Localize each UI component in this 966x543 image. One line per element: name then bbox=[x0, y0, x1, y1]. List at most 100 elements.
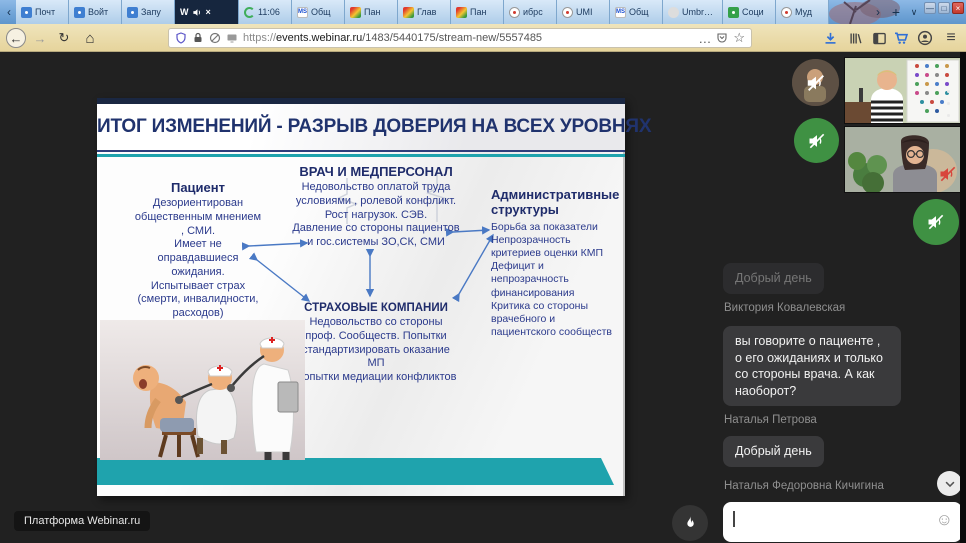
video-frame-speaker bbox=[845, 58, 962, 124]
loading-spinner-icon bbox=[244, 7, 255, 18]
tab-bar: ‹ Почт Войт Запу W × 11:06 MSОбщ Пан Гла… bbox=[0, 0, 966, 24]
mail-icon bbox=[21, 7, 32, 18]
tab-webinar-login[interactable]: Войт bbox=[69, 0, 122, 24]
webinar-page: ИТОГ ИЗМЕНЕНИЙ - РАЗРЫВ ДОВЕРИЯ НА ВСЕХ … bbox=[0, 52, 966, 543]
slide-block-patient: Пациент Дезориентирован общественным мне… bbox=[133, 180, 263, 321]
chat-author: Наталья Петрова bbox=[724, 414, 817, 426]
slide-teal-ribbon bbox=[97, 458, 614, 485]
tab-audio-icon[interactable] bbox=[192, 7, 203, 18]
participant-avatar[interactable] bbox=[792, 59, 839, 106]
right-edge-strip bbox=[960, 52, 966, 543]
muted-speaker-icon bbox=[807, 131, 827, 151]
autoplay-blocked-icon[interactable] bbox=[209, 32, 221, 44]
tab-umi[interactable]: UMI bbox=[557, 0, 610, 24]
moodle-icon bbox=[781, 7, 792, 18]
tab-webinar-start[interactable]: Запу bbox=[122, 0, 175, 24]
tab-ibrs[interactable]: ибрс bbox=[504, 0, 557, 24]
video-menu-dots-icon[interactable] bbox=[947, 90, 950, 126]
tab-list-dropdown-button[interactable]: ∨ bbox=[906, 4, 922, 20]
tab-panel-2[interactable]: Пан bbox=[451, 0, 504, 24]
tab-ms-doc-2[interactable]: MSОбщ bbox=[610, 0, 663, 24]
screenshare-permission-icon[interactable] bbox=[226, 32, 238, 44]
muted-speaker-icon-red bbox=[938, 164, 958, 184]
chat-input[interactable]: ☺ bbox=[723, 502, 962, 542]
colorful-site-icon bbox=[403, 7, 414, 18]
tab-mail[interactable]: Почт bbox=[16, 0, 69, 24]
chat-author: Виктория Ковалевская bbox=[724, 302, 845, 314]
clock-icon bbox=[509, 7, 520, 18]
home-button[interactable]: ⌂ bbox=[80, 28, 100, 48]
tab-social[interactable]: Соци bbox=[723, 0, 776, 24]
back-button[interactable]: ← bbox=[6, 28, 26, 48]
scroll-to-bottom-button[interactable] bbox=[937, 471, 962, 496]
chat-current-user-name: Наталья Федоровна Кичигина bbox=[724, 480, 884, 492]
slide-block-doctor: ВРАЧ И МЕДПЕРСОНАЛ Недовольство оплатой … bbox=[290, 164, 462, 250]
tab-timer[interactable]: 11:06 bbox=[239, 0, 292, 24]
colorful-site-icon bbox=[350, 7, 361, 18]
emoji-picker-icon[interactable]: ☺ bbox=[936, 511, 953, 528]
ms-office-icon: MS bbox=[615, 7, 626, 18]
tab-ms-doc-1[interactable]: MSОбщ bbox=[292, 0, 345, 24]
window-maximize-button[interactable]: □ bbox=[938, 2, 950, 14]
doctors-cartoon-image bbox=[100, 320, 305, 460]
address-bar[interactable]: https://events.webinar.ru/1483/5440175/s… bbox=[168, 28, 752, 48]
tab-close-icon[interactable]: × bbox=[206, 7, 211, 17]
unmute-button-2[interactable] bbox=[913, 199, 959, 245]
admin-heading: Административные структуры bbox=[491, 188, 619, 218]
window-minimize-button[interactable]: — bbox=[924, 2, 936, 14]
tab-panel-1[interactable]: Пан bbox=[345, 0, 398, 24]
sidebar-toggle-icon[interactable] bbox=[869, 28, 889, 48]
chat-message-bubble: Добрый день bbox=[723, 263, 824, 294]
chat-message-bubble: Добрый день bbox=[723, 436, 824, 467]
account-icon[interactable] bbox=[915, 28, 935, 48]
slide-title: ИТОГ ИЗМЕНЕНИЙ - РАЗРЫВ ДОВЕРИЯ НА ВСЕХ … bbox=[97, 116, 625, 138]
tab-scroll-left-button[interactable]: ‹ bbox=[1, 4, 17, 20]
reload-button[interactable]: ↻ bbox=[54, 28, 74, 48]
doctor-heading: ВРАЧ И МЕДПЕРСОНАЛ bbox=[290, 164, 462, 179]
clock-icon bbox=[562, 7, 573, 18]
unmute-button-1[interactable] bbox=[794, 118, 839, 163]
generic-site-icon bbox=[668, 7, 679, 18]
tab-moodle[interactable]: Муд bbox=[776, 0, 829, 24]
platform-badge: Платформа Webinar.ru bbox=[14, 511, 150, 531]
presentation-slide[interactable]: ИТОГ ИЗМЕНЕНИЙ - РАЗРЫВ ДОВЕРИЯ НА ВСЕХ … bbox=[97, 98, 625, 496]
bookmark-star-icon[interactable]: ☆ bbox=[733, 30, 745, 46]
green-site-icon bbox=[728, 7, 739, 18]
tracking-shield-icon[interactable] bbox=[175, 32, 187, 44]
forward-button[interactable]: → bbox=[30, 28, 50, 48]
menu-button[interactable]: ≡ bbox=[941, 28, 961, 48]
navigation-toolbar: ← → ↻ ⌂ https://events.webinar.ru/1483/5… bbox=[0, 24, 966, 52]
library-icon[interactable] bbox=[845, 28, 865, 48]
patient-heading: Пациент bbox=[133, 180, 263, 195]
video-thumbnail-1[interactable] bbox=[844, 57, 962, 124]
slide-title-bar: ИТОГ ИЗМЕНЕНИЙ - РАЗРЫВ ДОВЕРИЯ НА ВСЕХ … bbox=[97, 98, 625, 150]
cart-extension-icon[interactable] bbox=[891, 28, 911, 48]
slide-block-insurance: СТРАХОВЫЕ КОМПАНИИ Недовольство со сторо… bbox=[295, 302, 457, 385]
page-actions-icon[interactable]: … bbox=[698, 31, 711, 46]
tab-main[interactable]: Глав bbox=[398, 0, 451, 24]
muted-speaker-icon bbox=[926, 212, 946, 232]
tab-strip: Почт Войт Запу W × 11:06 MSОбщ Пан Глав … bbox=[16, 0, 829, 24]
colorful-site-icon bbox=[456, 7, 467, 18]
ms-office-icon: MS bbox=[297, 7, 308, 18]
title-underline-teal bbox=[97, 154, 625, 157]
window-close-button[interactable]: × bbox=[952, 2, 964, 14]
download-icon[interactable] bbox=[820, 28, 840, 48]
reactions-flame-button[interactable] bbox=[672, 505, 708, 541]
slide-block-admin: Административные структуры Борьба за пок… bbox=[491, 188, 619, 339]
tab-scroll-right-button[interactable]: › bbox=[870, 4, 886, 20]
webinar-favicon: W bbox=[180, 7, 189, 17]
url-text[interactable]: https://events.webinar.ru/1483/5440175/s… bbox=[243, 32, 693, 44]
camera-icon bbox=[74, 7, 85, 18]
tab-umbraco[interactable]: Umbraco bbox=[663, 0, 723, 24]
chevron-down-icon bbox=[943, 477, 957, 491]
pocket-icon[interactable] bbox=[716, 32, 728, 44]
lock-icon[interactable] bbox=[192, 32, 204, 44]
camera-icon bbox=[127, 7, 138, 18]
flame-icon bbox=[682, 515, 698, 531]
tab-webinar-active[interactable]: W × bbox=[175, 0, 239, 24]
title-underline-navy bbox=[97, 150, 625, 152]
new-tab-button[interactable]: + bbox=[888, 4, 904, 20]
insurance-heading: СТРАХОВЫЕ КОМПАНИИ bbox=[295, 302, 457, 314]
text-cursor bbox=[733, 511, 735, 527]
